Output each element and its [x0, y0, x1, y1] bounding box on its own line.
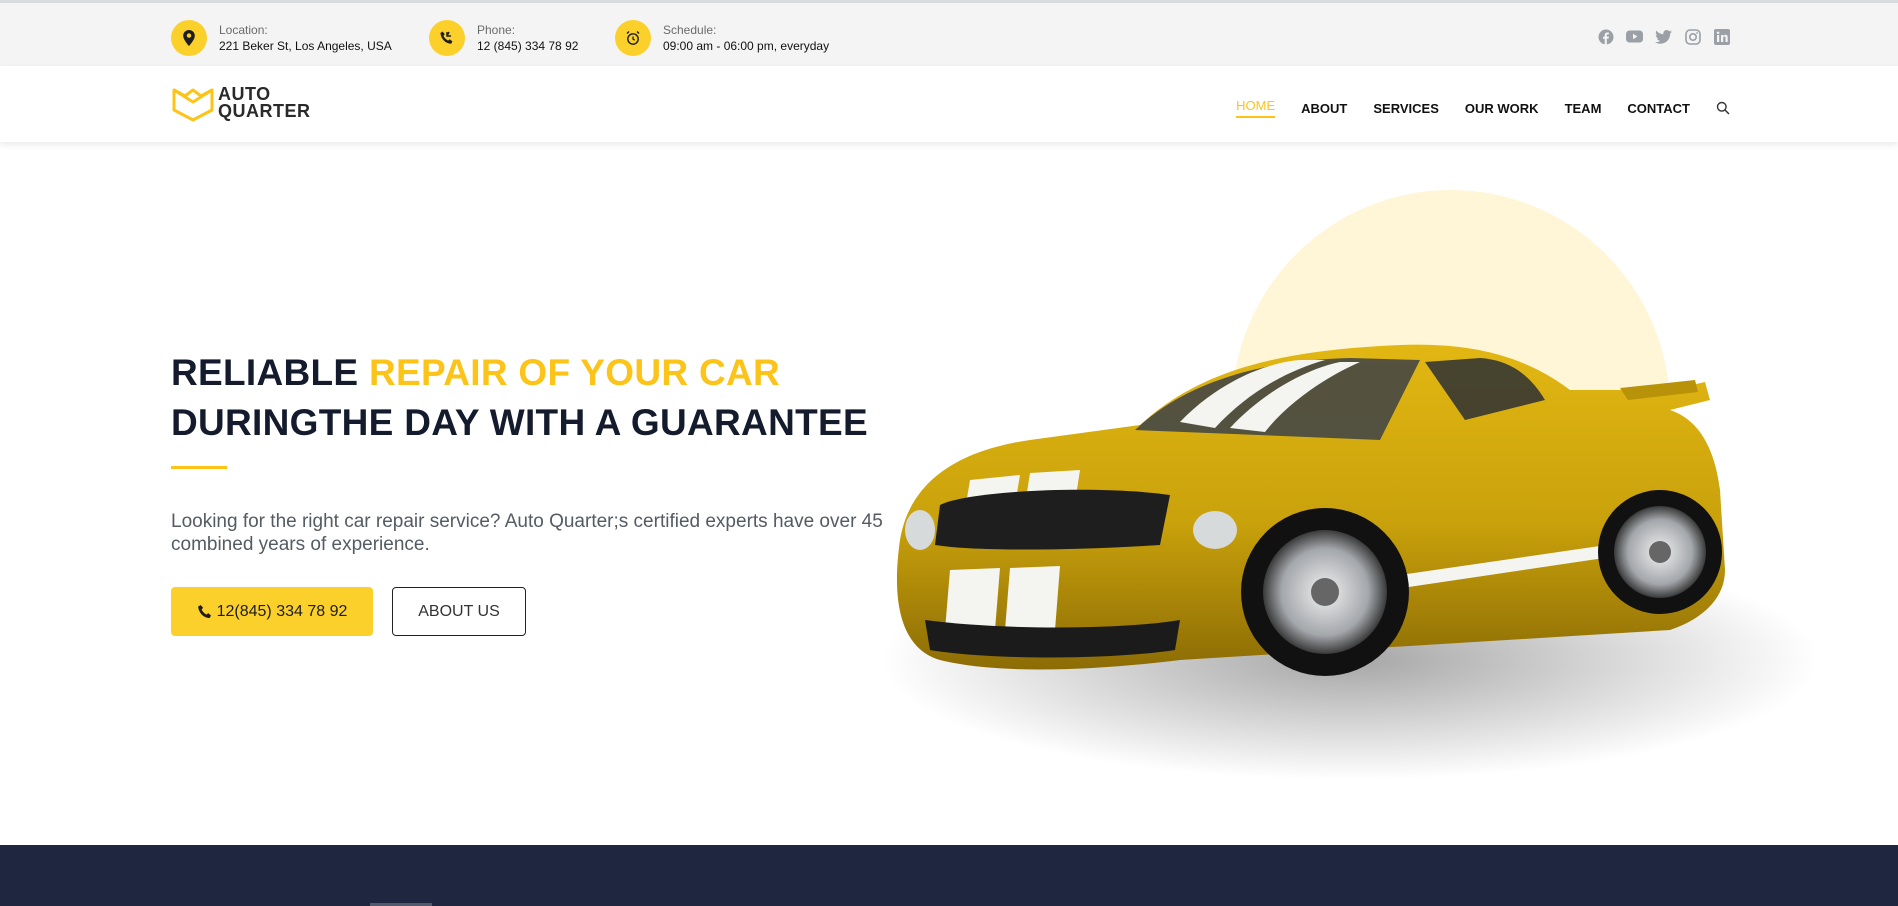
schedule-label: Schedule:	[663, 23, 717, 37]
hero-title: RELIABLE REPAIR OF YOUR CAR DURINGTHE DA…	[171, 348, 868, 448]
logo-shield-icon	[172, 88, 214, 122]
logo[interactable]: AUTO QUARTER	[171, 84, 311, 122]
nav-contact[interactable]: CONTACT	[1627, 101, 1690, 116]
schedule-value: 09:00 am - 06:00 pm, everyday	[663, 39, 830, 53]
main-nav: HOME ABOUT SERVICES OUR WORK TEAM CONTAC…	[1210, 98, 1730, 118]
logo-line-quarter: QUARTER	[218, 101, 311, 121]
hero-description: Looking for the right car repair service…	[171, 511, 883, 555]
linkedin-icon[interactable]	[1713, 28, 1730, 45]
top-info-bar: Location: 221 Beker St, Los Angeles, USA…	[0, 0, 1898, 66]
phone-label: Phone:	[477, 23, 516, 37]
phone-icon	[429, 20, 465, 56]
call-phone-label: 12(845) 334 78 92	[216, 602, 348, 620]
nav-about[interactable]: ABOUT	[1301, 101, 1347, 116]
twitter-icon[interactable]	[1655, 28, 1672, 45]
nav-our-work[interactable]: OUR WORK	[1465, 101, 1539, 116]
location-info: Location: 221 Beker St, Los Angeles, USA	[171, 18, 392, 58]
youtube-icon[interactable]	[1626, 28, 1643, 45]
facebook-icon[interactable]	[1597, 28, 1614, 45]
instagram-icon[interactable]	[1684, 28, 1701, 45]
schedule-info: Schedule: 09:00 am - 06:00 pm, everyday	[615, 18, 829, 58]
nav-services[interactable]: SERVICES	[1373, 101, 1439, 116]
phone-icon	[197, 604, 211, 618]
phone-info: Phone: 12 (845) 334 78 92	[429, 18, 578, 58]
hero-title-line2: DURINGTHE DAY WITH A GUARANTEE	[171, 402, 868, 443]
call-phone-button[interactable]: 12(845) 334 78 92	[171, 587, 373, 636]
yellow-sports-car-image	[880, 344, 1820, 780]
location-value: 221 Beker St, Los Angeles, USA	[219, 39, 392, 53]
alarm-clock-icon	[615, 20, 651, 56]
location-label: Location:	[219, 23, 268, 37]
about-us-button[interactable]: ABOUT US	[392, 587, 526, 636]
footer-band	[0, 845, 1898, 906]
hero-title-accent: REPAIR OF YOUR CAR	[368, 352, 781, 393]
nav-team[interactable]: TEAM	[1565, 101, 1602, 116]
social-links	[1597, 28, 1730, 45]
phone-value[interactable]: 12 (845) 334 78 92	[477, 38, 578, 54]
search-icon[interactable]	[1716, 101, 1730, 115]
hero-title-part1: RELIABLE	[171, 352, 369, 393]
location-pin-icon	[171, 20, 207, 56]
main-header: AUTO QUARTER HOME ABOUT SERVICES OUR WOR…	[0, 66, 1898, 142]
nav-home[interactable]: HOME	[1236, 98, 1276, 118]
title-underline	[171, 466, 227, 469]
